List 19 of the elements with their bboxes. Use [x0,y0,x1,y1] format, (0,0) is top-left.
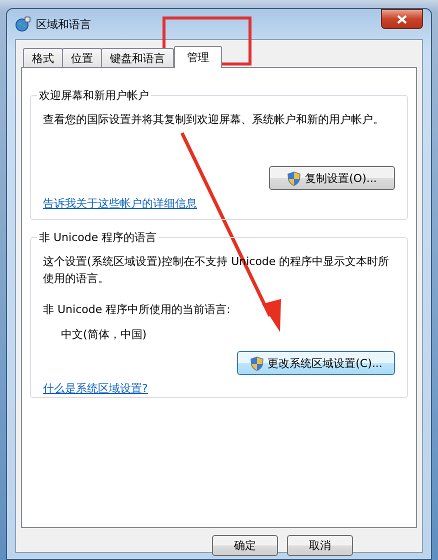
help-link[interactable]: 告诉我关于这些帐户的详细信息 [43,196,197,211]
close-icon [397,14,407,24]
tab[interactable]: 管理 [174,46,222,68]
ok-button[interactable]: 确定 [212,535,278,556]
group-title: 非 Unicode 程序的语言 [37,230,159,245]
tab[interactable]: 位置 [62,48,102,67]
copy-settings-button[interactable]: 复制设置(O)... [269,166,395,190]
window-title: 区域和语言 [36,16,91,32]
language-label: 非 Unicode 程序中所使用的当前语言: [43,302,232,318]
tab[interactable]: 键盘和语言 [101,48,174,67]
globe-icon [15,16,31,32]
tab[interactable]: 格式 [23,48,63,67]
close-button[interactable] [381,9,423,29]
change-locale-button[interactable]: 更改系统区域设置(C)... [237,351,395,375]
cancel-button[interactable]: 取消 [287,535,353,556]
language-value: 中文(简体，中国) [61,327,148,343]
description-text: 查看您的国际设置并将其复制到欢迎屏幕、系统帐户和新的用户帐户。 [43,112,385,128]
group-title: 欢迎屏幕和新用户帐户 [37,88,151,103]
help-link[interactable]: 什么是系统区域设置? [43,381,148,396]
